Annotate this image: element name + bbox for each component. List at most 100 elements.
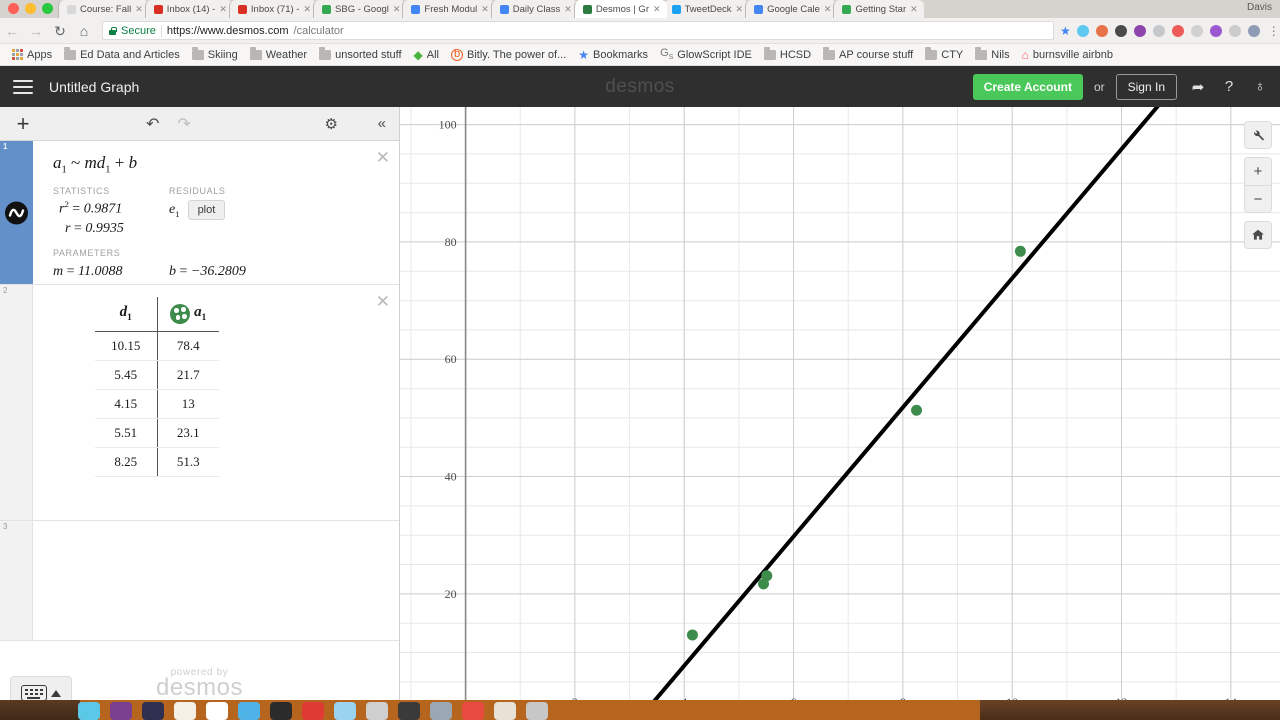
- browser-tab-4[interactable]: Fresh Modul ✕: [402, 0, 495, 18]
- tab-close-icon[interactable]: ✕: [135, 4, 143, 15]
- forward-icon[interactable]: →: [24, 24, 48, 38]
- macos-dock[interactable]: [0, 700, 1280, 720]
- window-controls[interactable]: [8, 3, 53, 14]
- table-col-a1-header[interactable]: a1: [157, 297, 219, 332]
- bookmark-9[interactable]: HCSD: [758, 46, 817, 64]
- extension-icon-9[interactable]: [1247, 24, 1260, 37]
- data-table[interactable]: d1 a1 10.15 78.4 5.45 21.7 4.15 13 5.51 23.1 8.2…: [95, 297, 219, 477]
- expression-row-2[interactable]: 2 ✕ d1 a1 10.15 78.4 5.45 21.7 4.15 13 5…: [0, 285, 399, 521]
- point-style-icon[interactable]: [170, 303, 191, 324]
- cell-a1[interactable]: 51.3: [157, 447, 219, 477]
- table-row[interactable]: 5.45 21.7: [95, 360, 219, 390]
- table-row[interactable]: 8.25 51.3: [95, 447, 219, 477]
- bookmark-7[interactable]: ★ Bookmarks: [572, 46, 654, 64]
- dock-icon-8[interactable]: [334, 702, 356, 720]
- create-account-button[interactable]: Create Account: [972, 73, 1083, 100]
- plot-residuals-button[interactable]: plot: [187, 200, 226, 221]
- row-3-body[interactable]: [33, 521, 399, 561]
- browser-tab-3[interactable]: SBG - Googl ✕: [313, 0, 407, 18]
- cell-a1[interactable]: 78.4: [157, 331, 219, 361]
- delete-expression-2-icon[interactable]: ✕: [376, 293, 390, 310]
- browser-tab-8[interactable]: Google Cale ✕: [745, 0, 838, 18]
- bookmark-2[interactable]: Skiing: [186, 46, 244, 64]
- language-icon[interactable]: ♁: [1250, 78, 1270, 95]
- extension-bar[interactable]: [1076, 24, 1268, 37]
- tab-close-icon[interactable]: ✕: [824, 4, 832, 15]
- dock-icon-4[interactable]: [206, 702, 228, 720]
- bookmark-0[interactable]: Apps: [6, 46, 58, 64]
- dock-icon-5[interactable]: [238, 702, 260, 720]
- extension-icon-3[interactable]: [1133, 24, 1146, 37]
- data-point[interactable]: [1014, 245, 1026, 257]
- dock-icon-12[interactable]: [462, 702, 484, 720]
- table-row[interactable]: 4.15 13: [95, 389, 219, 419]
- browser-tab-9[interactable]: Getting Star ✕: [833, 0, 924, 18]
- chrome-menu-icon[interactable]: ⋮: [1268, 24, 1280, 38]
- maximize-window-button[interactable]: [42, 3, 53, 14]
- extension-icon-4[interactable]: [1152, 24, 1165, 37]
- undo-icon[interactable]: ↶: [146, 114, 159, 134]
- row-2-body[interactable]: ✕ d1 a1 10.15 78.4 5.45 21.7 4.15 13 5.5…: [33, 285, 399, 491]
- row-2-gutter[interactable]: 2: [0, 285, 33, 520]
- dock-icon-10[interactable]: [398, 702, 420, 720]
- tab-close-icon[interactable]: ✕: [564, 4, 572, 15]
- table-col-d1-header[interactable]: d1: [95, 297, 158, 332]
- zoom-out-button[interactable]: −: [1244, 185, 1272, 213]
- bookmark-13[interactable]: ⌂ burnsville airbnb: [1016, 46, 1119, 64]
- back-icon[interactable]: ←: [0, 24, 24, 38]
- gear-icon[interactable]: ⚙: [325, 115, 338, 133]
- data-point[interactable]: [686, 629, 698, 641]
- bookmarks-bar[interactable]: Apps Ed Data and Articles Skiing Weather uns…: [0, 44, 1280, 66]
- graph-title[interactable]: Untitled Graph: [49, 79, 139, 95]
- bookmark-4[interactable]: unsorted stuff: [313, 46, 407, 64]
- delete-expression-1-icon[interactable]: ✕: [376, 149, 390, 166]
- browser-tab-5[interactable]: Daily Class ✕: [490, 0, 578, 18]
- row-3-gutter[interactable]: 3: [0, 521, 33, 640]
- row-1-gutter[interactable]: 1: [0, 141, 33, 284]
- graph-svg[interactable]: 204060801002468101214: [400, 107, 1280, 720]
- tab-close-icon[interactable]: ✕: [219, 4, 227, 15]
- bookmark-star-icon[interactable]: ★: [1060, 24, 1071, 38]
- row-1-body[interactable]: ✕ a1 ~ md1 + b STATISTICS r2 = 0.9871 r …: [33, 141, 399, 294]
- browser-tab-2[interactable]: Inbox (71) - ✕: [228, 0, 318, 18]
- tab-list[interactable]: Course: Fall ✕ Inbox (14) - ✕ Inbox (71) - ✕ S…: [58, 0, 924, 18]
- share-icon[interactable]: ➦: [1188, 78, 1208, 96]
- dock-icon-14[interactable]: [526, 702, 548, 720]
- data-point[interactable]: [761, 570, 773, 582]
- bookmark-5[interactable]: ◆ All: [408, 46, 445, 64]
- dock-icon-7[interactable]: [302, 702, 324, 720]
- dock-icon-6[interactable]: [270, 702, 292, 720]
- tab-close-icon[interactable]: ✕: [303, 4, 311, 15]
- graph-settings-wrench-icon[interactable]: [1244, 121, 1272, 149]
- data-point[interactable]: [911, 404, 923, 416]
- regression-wave-icon[interactable]: [5, 201, 28, 224]
- cell-a1[interactable]: 23.1: [157, 418, 219, 448]
- cell-d1[interactable]: 5.51: [95, 418, 158, 448]
- table-row[interactable]: 5.51 23.1: [95, 418, 219, 448]
- home-icon[interactable]: ⌂: [72, 24, 96, 38]
- browser-tab-6[interactable]: Desmos | Gr ✕: [573, 0, 667, 18]
- dock-icon-9[interactable]: [366, 702, 388, 720]
- cell-a1[interactable]: 21.7: [157, 360, 219, 390]
- sign-in-button[interactable]: Sign In: [1115, 73, 1177, 100]
- collapse-panel-icon[interactable]: «: [378, 115, 386, 132]
- address-bar[interactable]: Secure https://www.desmos.com/calculator: [102, 21, 1054, 40]
- bookmark-6[interactable]: b Bitly. The power of...: [445, 46, 572, 64]
- cell-d1[interactable]: 4.15: [95, 389, 158, 419]
- zoom-in-button[interactable]: +: [1244, 157, 1272, 185]
- browser-tab-7[interactable]: TweetDeck ✕: [662, 0, 750, 18]
- redo-icon[interactable]: ↷: [177, 114, 190, 134]
- regression-line[interactable]: [400, 107, 1280, 720]
- extension-icon-6[interactable]: [1190, 24, 1203, 37]
- reset-zoom-home-icon[interactable]: [1244, 221, 1272, 249]
- bookmark-1[interactable]: Ed Data and Articles: [58, 46, 186, 64]
- tab-close-icon[interactable]: ✕: [653, 4, 661, 15]
- dock-icon-0[interactable]: [78, 702, 100, 720]
- dock-icons[interactable]: [78, 700, 548, 720]
- extension-icon-0[interactable]: [1076, 24, 1089, 37]
- dock-icon-11[interactable]: [430, 702, 452, 720]
- hamburger-icon[interactable]: [13, 76, 33, 98]
- help-icon[interactable]: ?: [1219, 78, 1239, 95]
- expression-row-1[interactable]: 1 ✕ a1 ~ md1 + b STATISTICS r2 = 0.9871 …: [0, 141, 399, 285]
- reload-icon[interactable]: ↻: [48, 24, 72, 38]
